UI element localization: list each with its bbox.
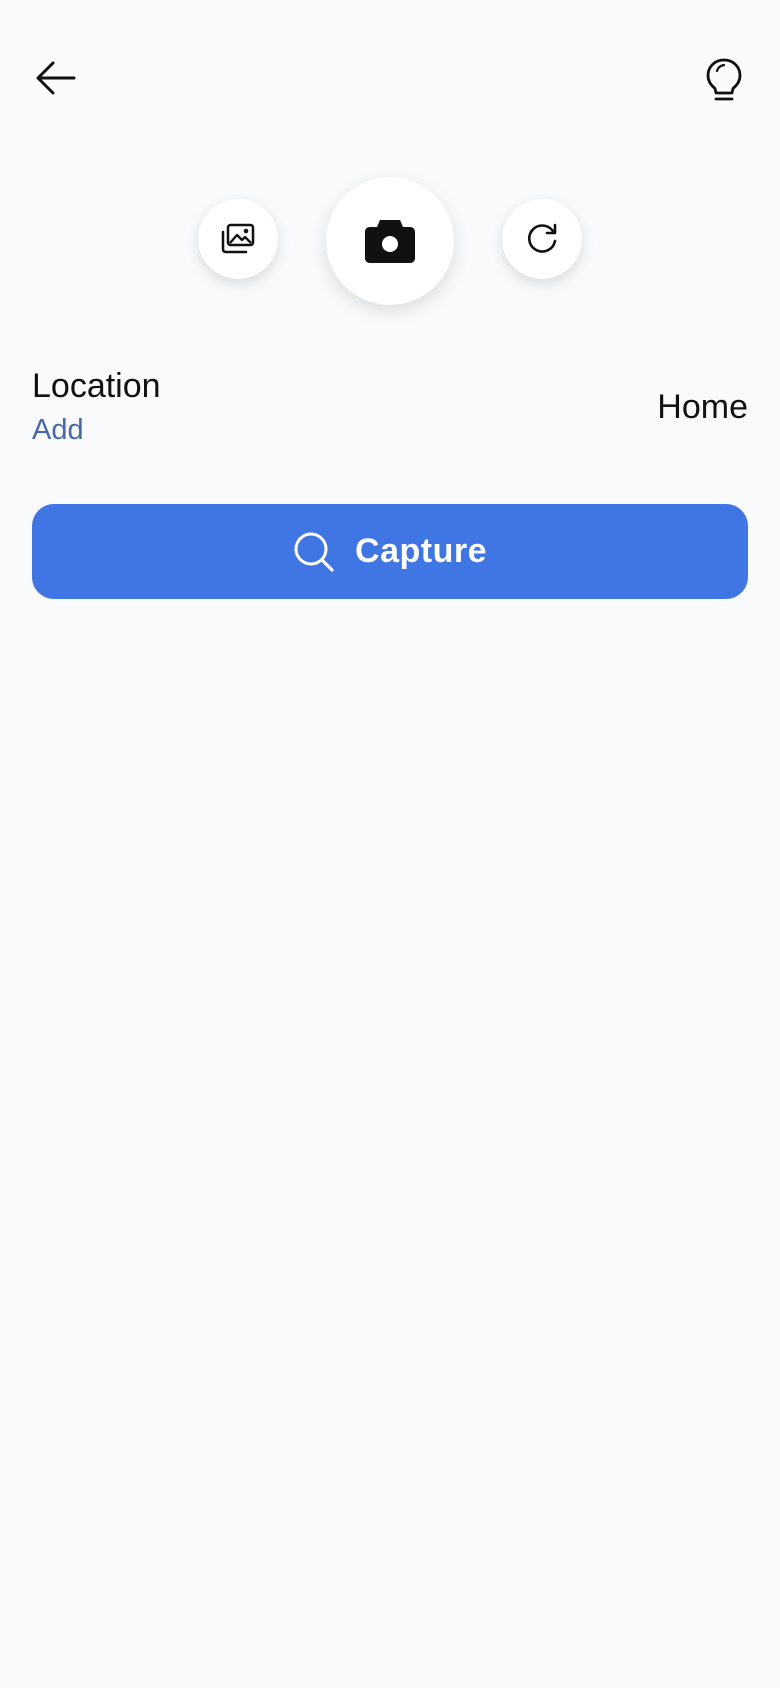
capture-photo-button[interactable]	[326, 177, 454, 305]
gallery-button[interactable]	[198, 199, 278, 279]
photo-gallery-icon	[221, 223, 255, 254]
rotate-icon	[527, 223, 557, 253]
back-button[interactable]	[28, 50, 84, 106]
rotate-button[interactable]	[502, 199, 582, 279]
location-value: Home	[657, 388, 748, 426]
location-label: Location	[32, 367, 161, 405]
camera-icon	[365, 220, 415, 263]
arrow-left-icon	[36, 61, 76, 95]
tips-button[interactable]	[696, 50, 752, 110]
capture-button-label: Capture	[355, 532, 487, 570]
capture-button[interactable]: Capture	[32, 504, 748, 599]
search-icon	[294, 532, 334, 572]
add-location-link[interactable]: Add	[32, 413, 84, 447]
lightbulb-icon	[706, 58, 742, 101]
